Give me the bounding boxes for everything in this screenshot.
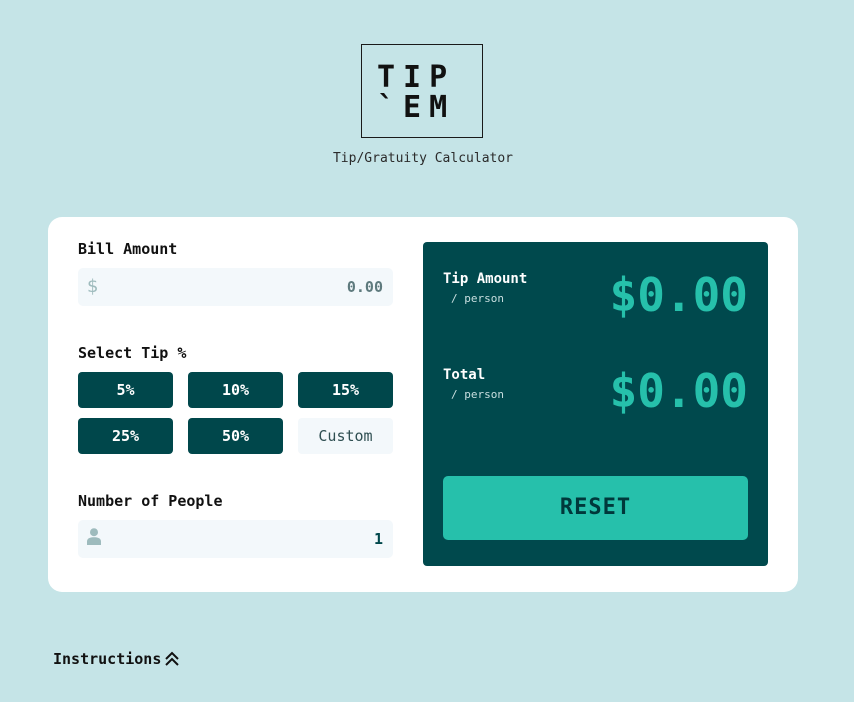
tip-15-button[interactable]: 15% (298, 372, 393, 408)
select-tip-label: Select Tip % (78, 344, 187, 362)
person-icon (87, 528, 101, 551)
tip-amount-label: Tip Amount (443, 271, 528, 287)
number-of-people-value[interactable]: 1 (374, 529, 383, 549)
instructions-toggle[interactable]: Instructions (53, 650, 180, 668)
reset-button[interactable]: RESET (443, 476, 748, 540)
app-subtitle: Tip/Gratuity Calculator (332, 151, 513, 166)
number-of-people-label: Number of People (78, 492, 223, 510)
bill-amount-input[interactable]: $ 0.00 (78, 268, 393, 306)
total-value: $0.00 (609, 364, 748, 418)
instructions-label: Instructions (53, 650, 162, 668)
tip-5-button[interactable]: 5% (78, 372, 173, 408)
double-chevron-up-icon (165, 651, 180, 666)
tip-25-button[interactable]: 25% (78, 418, 173, 454)
total-label: Total (443, 367, 486, 383)
number-of-people-input[interactable]: 1 (78, 520, 393, 558)
total-per-person-label: / person (451, 388, 504, 401)
results-panel: Tip Amount / person $0.00 Total / person… (423, 242, 768, 566)
tip-amount-value: $0.00 (609, 268, 748, 322)
logo-line-1: TIP (377, 60, 456, 95)
custom-tip-input[interactable]: Custom (298, 418, 393, 454)
calculator-card: Bill Amount $ 0.00 Select Tip % 5% 10% 1… (48, 217, 798, 592)
tip-10-button[interactable]: 10% (188, 372, 283, 408)
dollar-icon: $ (87, 276, 99, 297)
logo: TIP `EM (361, 44, 483, 138)
tip-amount-per-person-label: / person (451, 292, 504, 305)
logo-line-2: `EM (377, 90, 456, 125)
bill-amount-value[interactable]: 0.00 (347, 277, 383, 297)
bill-amount-label: Bill Amount (78, 240, 178, 258)
tip-50-button[interactable]: 50% (188, 418, 283, 454)
